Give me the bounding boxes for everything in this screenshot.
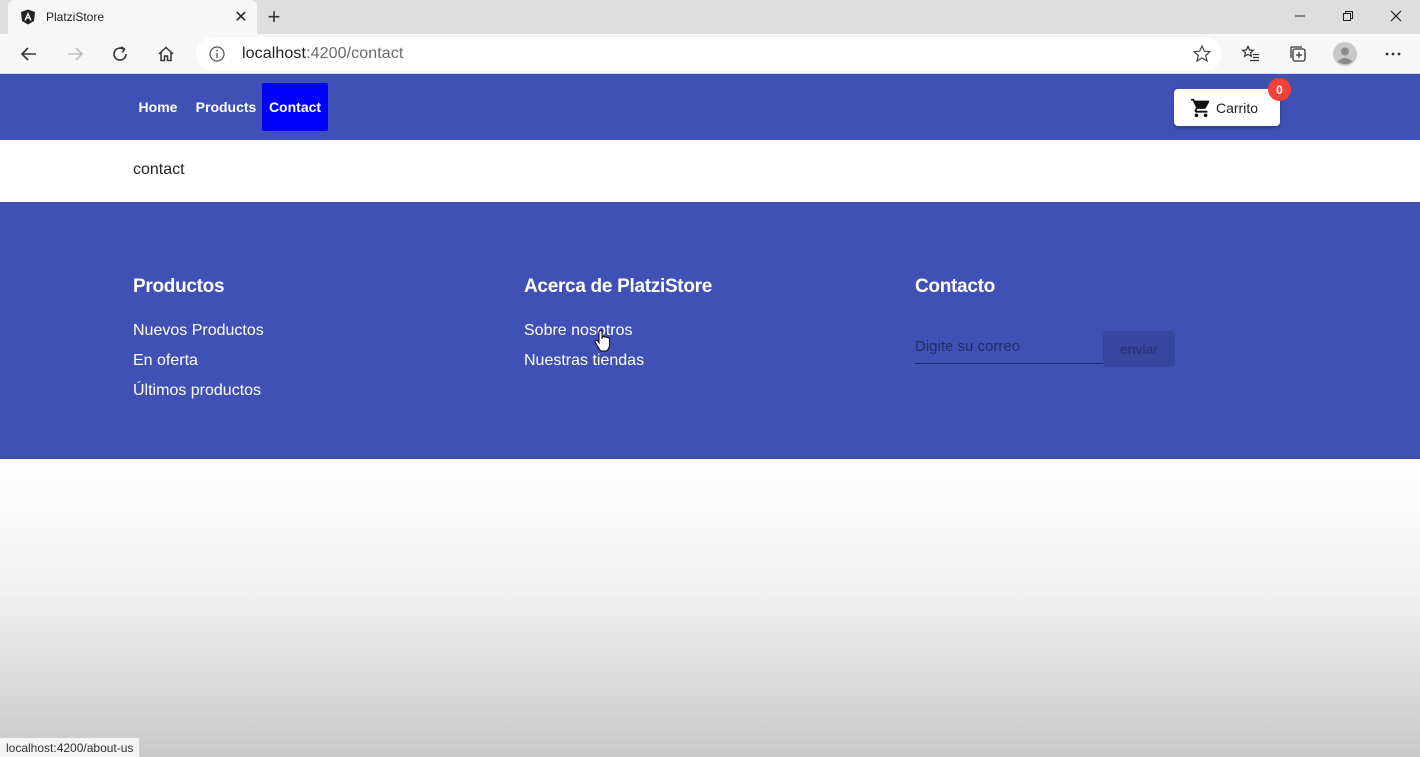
page-content-text: contact (133, 161, 185, 178)
footer-heading: Productos (133, 276, 225, 297)
favorites-list-icon (1241, 45, 1259, 62)
close-window-button[interactable] (1372, 0, 1420, 32)
cart-button[interactable]: Carrito (1174, 89, 1280, 126)
footer-heading: Acerca de PlatziStore (524, 276, 713, 297)
email-input[interactable] (915, 330, 1103, 364)
collections-icon (1290, 46, 1306, 62)
status-bar-url: localhost:4200/about-us (0, 737, 141, 757)
footer-link-ultimos-productos[interactable]: Últimos productos (133, 376, 264, 406)
nav-link-home[interactable]: Home (131, 83, 185, 131)
home-button[interactable] (150, 38, 182, 70)
browser-tab[interactable]: PlatziStore ✕ (8, 0, 257, 34)
more-options-button[interactable] (1377, 38, 1409, 70)
minimize-button[interactable] (1276, 0, 1324, 32)
reload-icon (113, 46, 127, 61)
tab-close-button[interactable]: ✕ (231, 7, 251, 27)
hand-cursor-icon (594, 330, 611, 352)
app-footer: Productos Nuevos Productos En oferta Últ… (0, 202, 1420, 459)
profile-button[interactable] (1329, 38, 1361, 70)
cart-count-badge: 0 (1268, 78, 1291, 101)
footer-column-productos: Productos Nuevos Productos En oferta Últ… (133, 276, 264, 406)
forward-arrow-icon (68, 47, 84, 61)
send-button[interactable]: enviar (1103, 331, 1175, 367)
window-controls (1276, 0, 1420, 32)
info-icon[interactable] (208, 45, 226, 63)
nav-link-products[interactable]: Products (191, 83, 261, 131)
nav-link-contact[interactable]: Contact (262, 83, 328, 131)
footer-link-sobre-nosotros[interactable]: Sobre nosotros (524, 316, 712, 346)
back-button[interactable] (13, 38, 45, 70)
tab-title: PlatziStore (46, 10, 105, 24)
footer-link-en-oferta[interactable]: En oferta (133, 346, 264, 376)
footer-link-nuestras-tiendas[interactable]: Nuestras tiendas (524, 346, 712, 376)
browser-tabstrip: PlatziStore ✕ + (0, 0, 1420, 34)
footer-heading: Contacto (915, 276, 995, 297)
footer-link-nuevos-productos[interactable]: Nuevos Productos (133, 316, 264, 346)
forward-button[interactable] (59, 38, 91, 70)
close-icon (1390, 10, 1402, 22)
footer-column-contacto: Contacto (915, 276, 995, 316)
url-host: localhost (242, 45, 307, 62)
cart-label: Carrito (1216, 99, 1259, 116)
footer-column-acerca: Acerca de PlatziStore Sobre nosotros Nue… (524, 276, 712, 376)
page-background (0, 459, 1420, 757)
url-path: :4200/contact (306, 45, 404, 62)
restore-icon (1343, 11, 1353, 21)
favorites-button[interactable] (1235, 38, 1267, 70)
browser-toolbar: localhost:4200/contact (0, 34, 1420, 74)
shopping-cart-icon (1190, 97, 1212, 119)
new-tab-button[interactable]: + (262, 4, 286, 29)
reload-button[interactable] (104, 38, 136, 70)
favorite-star-icon[interactable] (1192, 44, 1212, 64)
collections-button[interactable] (1282, 38, 1314, 70)
minimize-icon (1295, 15, 1305, 17)
avatar-icon (1333, 42, 1357, 66)
home-icon (158, 46, 174, 62)
app-navbar: Home Products Contact Carrito (0, 74, 1420, 140)
back-arrow-icon (20, 47, 36, 61)
restore-button[interactable] (1324, 0, 1372, 32)
url-text: localhost:4200/contact (242, 45, 403, 63)
address-bar[interactable]: localhost:4200/contact (196, 37, 1222, 71)
more-horizontal-icon (1385, 52, 1401, 56)
angular-icon (20, 9, 36, 25)
